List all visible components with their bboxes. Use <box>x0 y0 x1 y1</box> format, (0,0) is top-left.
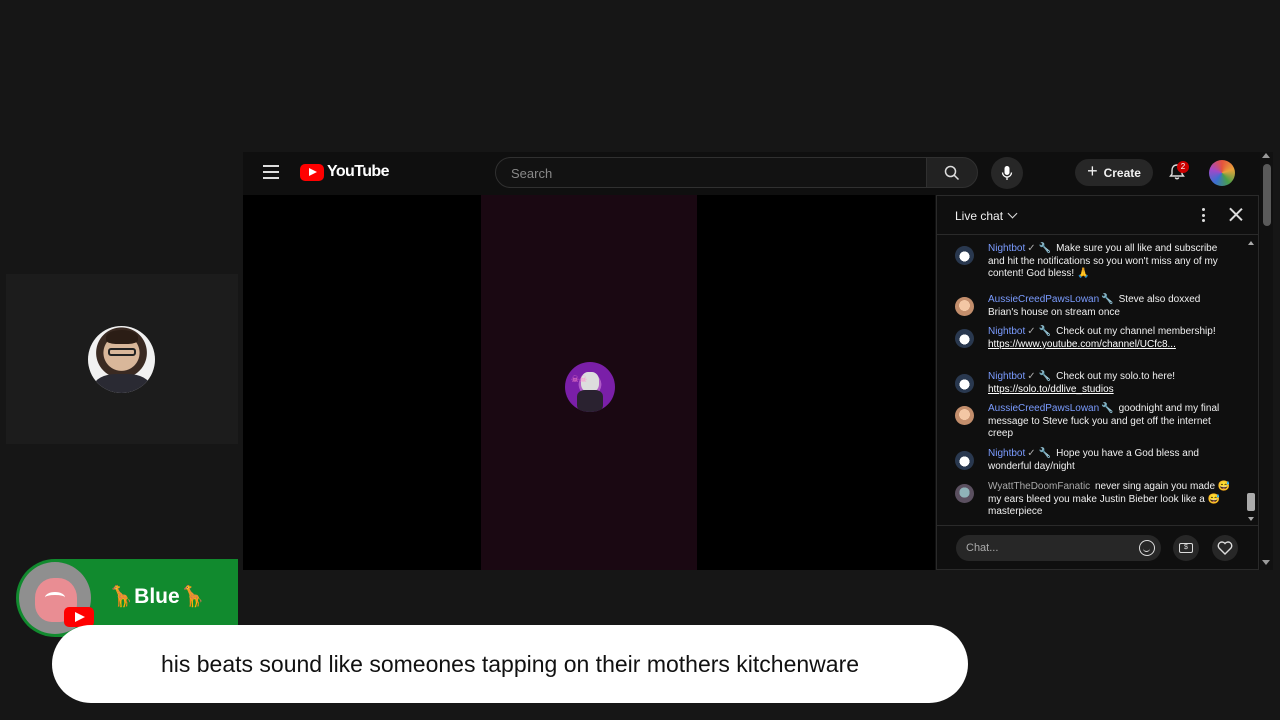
page-scroll-up-arrow[interactable] <box>1262 153 1270 158</box>
channel-logo-in-video: ☠☠ <box>565 362 615 412</box>
avatar <box>955 246 974 265</box>
close-icon[interactable] <box>1229 207 1243 221</box>
avatar <box>955 374 974 393</box>
streamer-webcam-avatar <box>88 326 155 393</box>
moderator-wrench-icon: 🔧 <box>1101 294 1114 305</box>
avatar <box>955 406 974 425</box>
chat-author[interactable]: Nightbot <box>988 371 1025 382</box>
page-scroll-down-arrow[interactable] <box>1262 560 1270 565</box>
notification-count-badge: 2 <box>1177 161 1189 173</box>
youtube-play-icon <box>64 607 94 627</box>
avatar <box>955 297 974 316</box>
featured-message-caption: his beats sound like someones tapping on… <box>52 625 968 703</box>
alert-user-name: 🦒Blue🦒 <box>108 585 206 608</box>
youtube-play-icon <box>300 163 324 181</box>
verified-badge: ✓ <box>1027 371 1036 382</box>
more-options-icon[interactable] <box>1202 208 1206 225</box>
moderator-wrench-icon: 🔧 <box>1038 243 1052 254</box>
verified-badge: ✓ <box>1027 326 1036 337</box>
avatar <box>955 329 974 348</box>
chat-scroll-down-arrow[interactable] <box>1248 517 1254 521</box>
moderator-wrench-icon: 🔧 <box>1038 326 1052 337</box>
verified-badge: ✓ <box>1027 448 1036 459</box>
emoji-icon[interactable] <box>1139 540 1155 556</box>
youtube-logo[interactable]: YouTube <box>300 163 389 181</box>
page-scrollbar-thumb[interactable] <box>1263 164 1271 226</box>
avatar <box>955 484 974 503</box>
youtube-logo-text: YouTube <box>327 163 389 180</box>
create-button[interactable]: + Create <box>1075 159 1153 186</box>
chat-scrollbar-thumb[interactable] <box>1247 493 1255 511</box>
reaction-heart-button[interactable] <box>1212 535 1238 561</box>
search-button[interactable] <box>926 157 978 188</box>
super-chat-button[interactable]: $ <box>1173 535 1199 561</box>
heart-icon <box>1217 541 1233 555</box>
live-chat-mode-dropdown[interactable]: Live chat <box>955 208 1018 223</box>
plus-icon: + <box>1087 161 1098 181</box>
chat-author[interactable]: Nightbot <box>988 448 1025 459</box>
chat-message-text: Check out my channel membership! <box>1056 326 1216 337</box>
chat-author[interactable]: Nightbot <box>988 243 1025 254</box>
youtube-window: YouTube + Create 2 ☠☠ Live chat <box>243 152 1273 570</box>
live-chat-panel: Live chat Nightbot ✓ 🔧 Make sure you all li… <box>936 195 1259 570</box>
chevron-down-icon <box>1007 208 1018 219</box>
youtube-header: YouTube + Create 2 <box>243 152 1273 195</box>
live-chat-title: Live chat <box>955 209 1004 223</box>
chat-link[interactable]: https://www.youtube.com/channel/UCfc8... <box>988 339 1176 350</box>
chat-author[interactable]: WyattTheDoomFanatic <box>988 481 1090 492</box>
microphone-icon <box>1001 166 1013 180</box>
account-avatar[interactable] <box>1209 160 1235 186</box>
chat-scroll-up-arrow[interactable] <box>1248 241 1254 245</box>
hamburger-menu-icon[interactable] <box>263 165 279 179</box>
search-input[interactable] <box>509 158 913 189</box>
chat-messages-list: Nightbot ✓ 🔧 Make sure you all like and sub… <box>937 235 1258 517</box>
chat-input-bar: $ <box>937 525 1258 570</box>
chat-author[interactable]: AussieCreedPawsLowan <box>988 294 1099 305</box>
chat-author[interactable]: AussieCreedPawsLowan <box>988 403 1099 414</box>
chat-link[interactable]: https://solo.to/ddlive_studios <box>988 384 1114 395</box>
chat-input[interactable] <box>956 535 1161 561</box>
avatar <box>955 451 974 470</box>
chat-message-text: Check out my solo.to here! <box>1056 371 1176 382</box>
moderator-wrench-icon: 🔧 <box>1038 371 1052 382</box>
search-box[interactable] <box>495 157 927 189</box>
moderator-wrench-icon: 🔧 <box>1101 403 1114 414</box>
money-icon: $ <box>1179 543 1193 553</box>
create-button-label: Create <box>1103 165 1141 180</box>
voice-search-button[interactable] <box>991 157 1023 189</box>
moderator-wrench-icon: 🔧 <box>1038 448 1052 459</box>
search-icon <box>944 165 960 180</box>
live-chat-header: Live chat <box>937 196 1258 235</box>
verified-badge: ✓ <box>1027 243 1036 254</box>
chat-author[interactable]: Nightbot <box>988 326 1025 337</box>
video-player[interactable]: ☠☠ <box>243 195 935 570</box>
caption-text: his beats sound like someones tapping on… <box>160 650 860 677</box>
